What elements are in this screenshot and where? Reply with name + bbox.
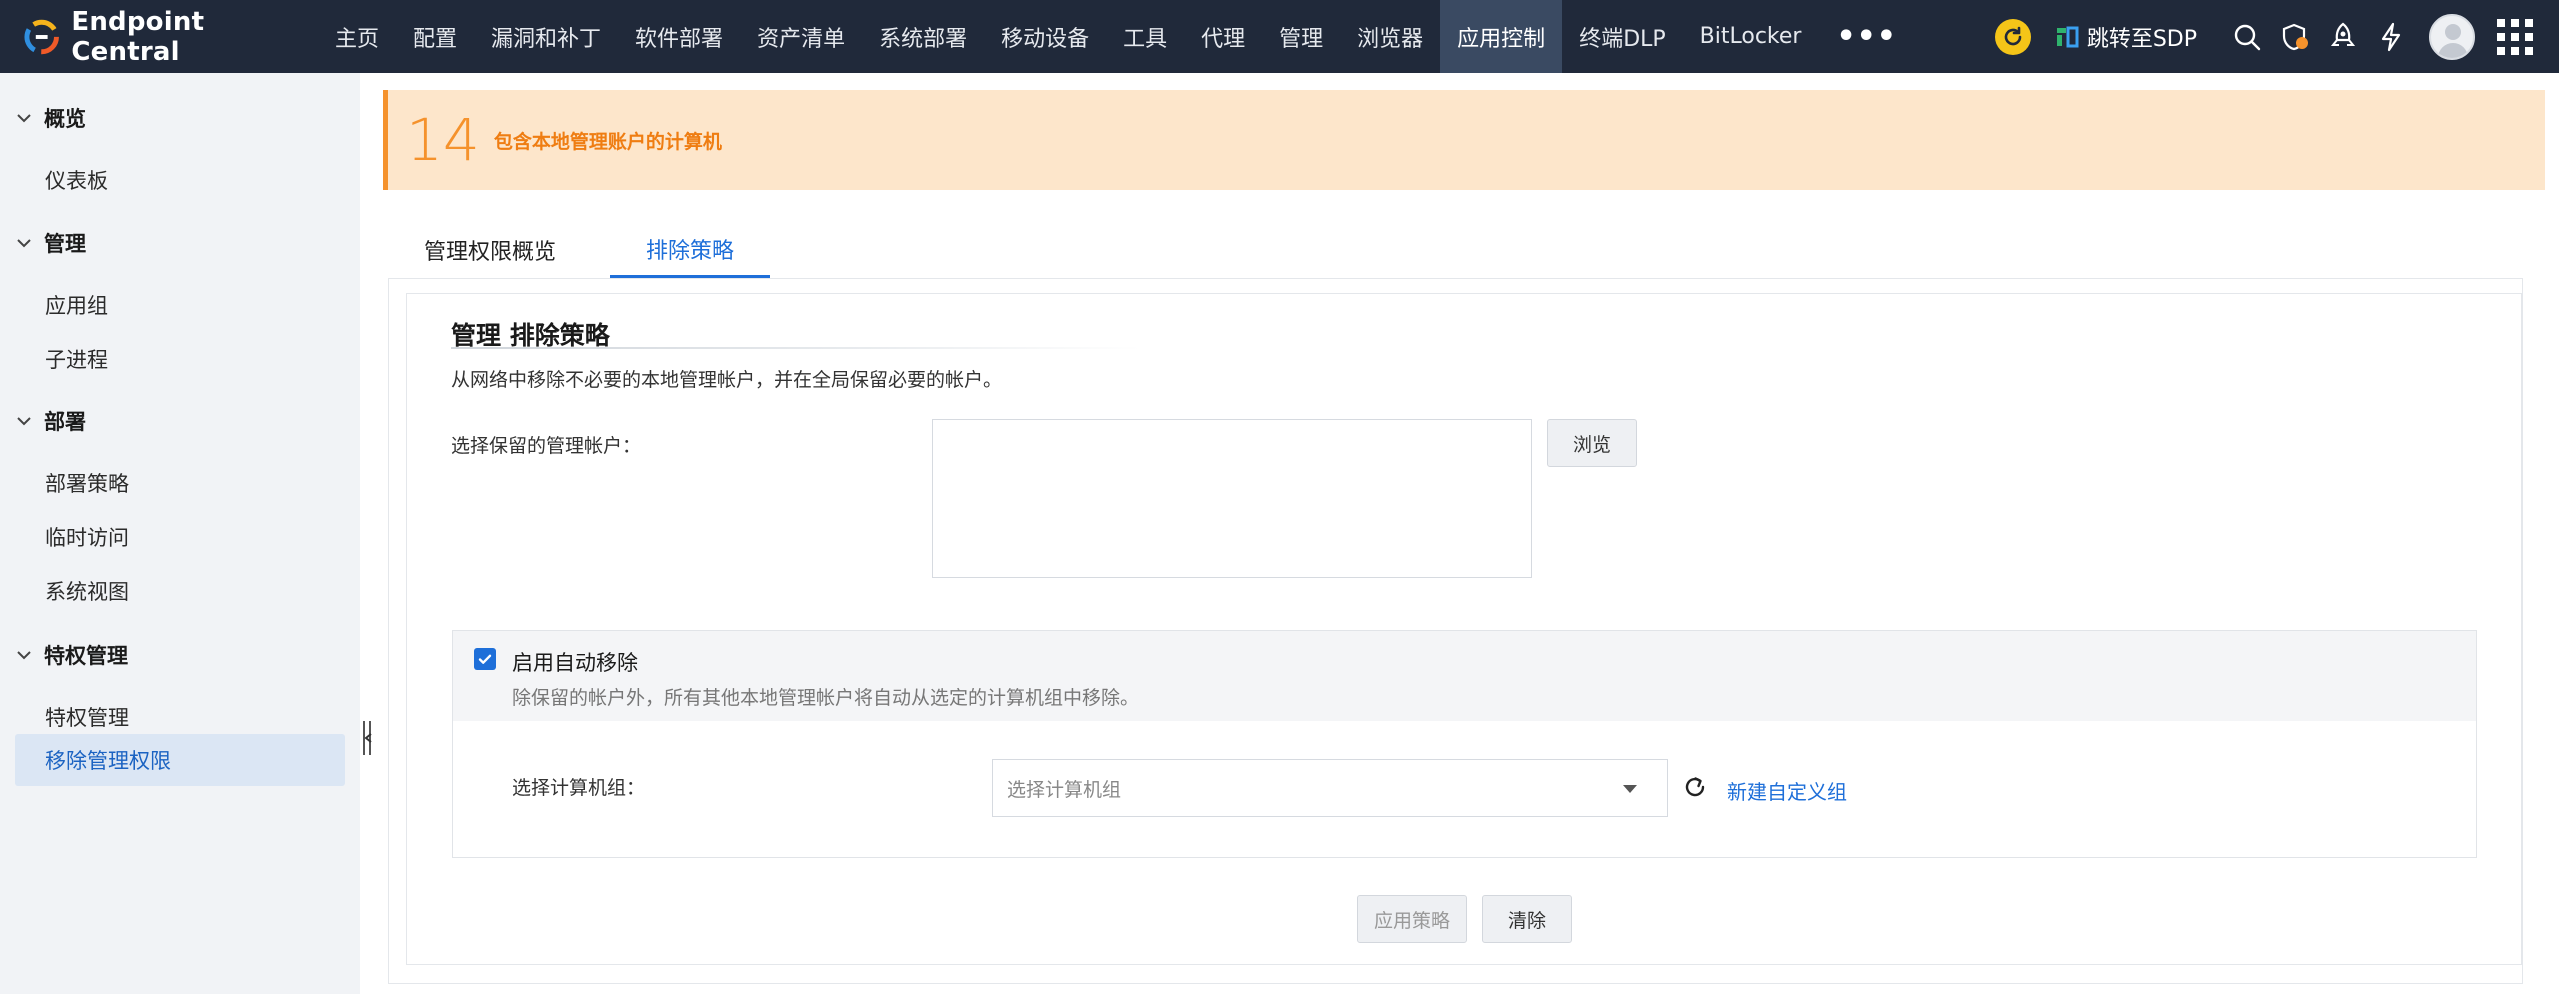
nav-item[interactable]: 软件部署 (618, 0, 740, 73)
top-right-tools: 跳转至SDP (1994, 0, 2559, 73)
user-avatar[interactable] (2429, 13, 2475, 60)
endpoint-central-logo-icon (24, 19, 59, 54)
nav-item[interactable]: 代理 (1184, 0, 1262, 73)
sidebar-item[interactable]: 临时访问 (45, 522, 129, 552)
chevron-down-icon (17, 114, 31, 123)
more-menu-icon[interactable]: ••• (1818, 0, 1915, 73)
computer-group-placeholder: 选择计算机组 (1007, 778, 1122, 801)
sidebar-group[interactable]: 部署 (16, 406, 86, 436)
chevron-down-icon (17, 239, 31, 248)
sidebar-group-title: 部署 (44, 410, 86, 434)
app-launcher-grid-icon[interactable] (2497, 18, 2533, 55)
sidebar-item[interactable]: 移除管理权限 (15, 734, 345, 786)
clear-button[interactable]: 清除 (1482, 895, 1572, 943)
auto-remove-description: 除保留的帐户外，所有其他本地管理帐户将自动从选定的计算机组中移除。 (512, 687, 1140, 709)
top-navigation-bar: Endpoint Central 主页 配置 漏洞和补丁 软件部署 资产清单 系统部署 移动… (0, 0, 2559, 73)
sidebar-group[interactable]: 特权管理 (16, 640, 128, 670)
browse-button[interactable]: 浏览 (1547, 419, 1637, 467)
nav-item[interactable]: 应用控制 (1440, 0, 1563, 73)
summary-banner[interactable]: 14 包含本地管理账户的计算机 (383, 90, 2545, 190)
nav-item[interactable]: 配置 (396, 0, 474, 73)
rocket-icon[interactable] (2319, 0, 2367, 73)
computer-group-label: 选择计算机组： (512, 777, 646, 799)
nav-item[interactable]: 移动设备 (984, 0, 1106, 73)
nav-item[interactable]: 管理 (1262, 0, 1340, 73)
sdp-label: 跳转至SDP (2086, 26, 2197, 52)
tab-bar: 管理权限概览 排除策略 (388, 228, 2523, 278)
chevron-down-icon (17, 417, 31, 426)
brand[interactable]: Endpoint Central (0, 0, 318, 73)
section-description: 从网络中移除不必要的本地管理帐户，并在全局保留必要的帐户。 (451, 369, 1003, 391)
search-icon[interactable] (2223, 0, 2271, 73)
nav-item[interactable]: 工具 (1106, 0, 1184, 73)
auto-remove-title: 启用自动移除 (512, 651, 638, 675)
nav-item[interactable]: 资产清单 (740, 0, 862, 73)
sidebar-item[interactable]: 子进程 (45, 344, 108, 374)
lightning-icon[interactable] (2367, 0, 2415, 73)
chevron-down-icon (17, 651, 31, 660)
brand-name: Endpoint Central (71, 6, 205, 67)
sidebar-item[interactable]: 应用组 (45, 290, 108, 320)
nav-item[interactable]: 漏洞和补丁 (474, 0, 618, 73)
sync-status-icon[interactable] (1994, 18, 2031, 55)
new-custom-group-link[interactable]: 新建自定义组 (1727, 776, 1847, 805)
nav-item[interactable]: BitLocker (1683, 0, 1819, 73)
refresh-icon[interactable] (1682, 774, 1708, 800)
nav-item[interactable]: 主页 (318, 0, 396, 73)
nav-item[interactable]: 浏览器 (1340, 0, 1440, 73)
exclusion-policy-panel (406, 293, 2522, 965)
tab-admin-overview[interactable]: 管理权限概览 (388, 234, 592, 278)
retained-accounts-label: 选择保留的管理帐户： (451, 435, 642, 457)
sidebar-group-title: 管理 (44, 232, 86, 256)
left-sidebar: 概览 仪表板 管理 应用组 子进程 部署 部署策略 临时访问 系统视图 特权管理 特权管理 移除管理权… (0, 73, 360, 994)
sidebar-group-title: 概览 (44, 107, 86, 131)
nav-item[interactable]: 终端DLP (1562, 0, 1682, 73)
tab-exclusion-policy[interactable]: 排除策略 (610, 233, 771, 278)
main-nav: 主页 配置 漏洞和补丁 软件部署 资产清单 系统部署 移动设备 工具 代理 管理 浏览器 应用控制 终端… (318, 0, 1915, 73)
nav-item[interactable]: 系统部署 (862, 0, 984, 73)
enable-auto-remove-checkbox[interactable] (474, 648, 496, 670)
sidebar-group[interactable]: 概览 (16, 103, 86, 133)
section-title-divider (451, 347, 1141, 349)
sidebar-item[interactable]: 系统视图 (45, 576, 129, 606)
sidebar-item[interactable]: 特权管理 (45, 702, 129, 732)
apply-policy-button[interactable]: 应用策略 (1357, 895, 1467, 943)
sidebar-item[interactable]: 仪表板 (45, 165, 108, 195)
sidebar-group-title: 特权管理 (44, 644, 128, 668)
retained-accounts-box[interactable] (932, 419, 1532, 578)
security-shield-icon[interactable] (2271, 0, 2319, 73)
chevron-down-icon (1623, 785, 1637, 793)
jump-to-sdp-link[interactable]: 跳转至SDP (2055, 21, 2197, 53)
sidebar-collapse-handle[interactable] (360, 718, 374, 758)
banner-text: 包含本地管理账户的计算机 (493, 130, 722, 153)
sdp-icon (2056, 26, 2079, 47)
sidebar-group[interactable]: 管理 (16, 228, 86, 258)
sidebar-item[interactable]: 部署策略 (45, 468, 129, 498)
check-icon (478, 654, 492, 664)
banner-count: 14 (406, 106, 480, 174)
computer-group-select[interactable]: 选择计算机组 (992, 759, 1668, 817)
